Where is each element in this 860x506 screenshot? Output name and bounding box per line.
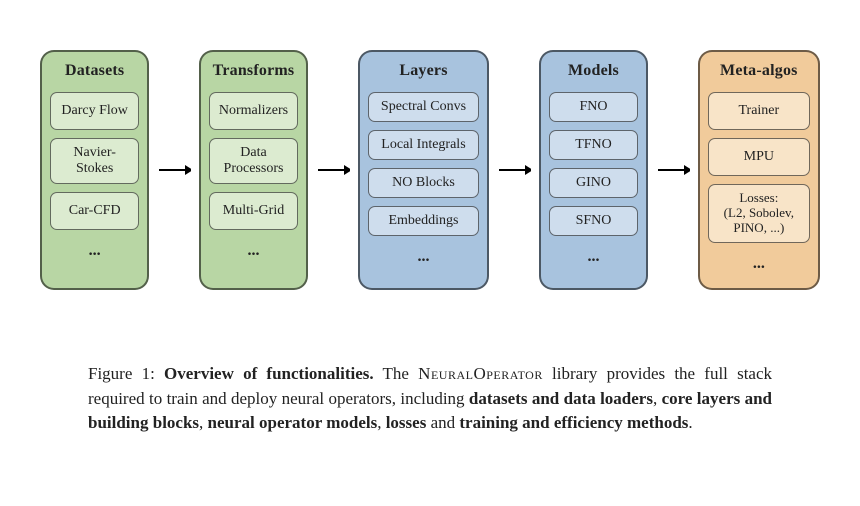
layer-item: Spectral Convs <box>368 92 480 122</box>
transform-item: Data Processors <box>209 138 298 184</box>
arrow-icon <box>497 159 531 181</box>
layer-item: Local Integrals <box>368 130 480 160</box>
caption-text: , <box>199 413 208 432</box>
arrow-icon <box>656 159 690 181</box>
arrow-icon <box>316 159 350 181</box>
model-item: FNO <box>549 92 638 122</box>
meta-item-losses: Losses: (L2, Sobolev, PINO, ...) <box>708 184 810 243</box>
column-title: Models <box>568 62 619 80</box>
arrow-icon <box>157 159 191 181</box>
dataset-item: Navier-Stokes <box>50 138 139 184</box>
caption-text: The <box>374 364 419 383</box>
caption-text: and <box>426 413 459 432</box>
caption-bold: training and efficiency methods <box>459 413 688 432</box>
model-item: GINO <box>549 168 638 198</box>
layer-item: Embeddings <box>368 206 480 236</box>
dataset-item: Darcy Flow <box>50 92 139 130</box>
caption-text: . <box>688 413 692 432</box>
column-datasets: Datasets Darcy Flow Navier-Stokes Car-CF… <box>40 50 149 290</box>
layer-item: NO Blocks <box>368 168 480 198</box>
caption-title: Overview of functionalities. <box>164 364 374 383</box>
caption-bold: neural operator models <box>208 413 378 432</box>
library-name: NeuralOperator <box>418 364 543 383</box>
figure-label: Figure 1: <box>88 364 155 383</box>
more-indicator: ... <box>587 248 599 266</box>
caption-text: , <box>653 389 662 408</box>
dataset-item: Car-CFD <box>50 192 139 230</box>
architecture-diagram: Datasets Darcy Flow Navier-Stokes Car-CF… <box>40 30 820 310</box>
caption-bold: losses <box>386 413 427 432</box>
more-indicator: ... <box>89 242 101 260</box>
transform-item: Multi-Grid <box>209 192 298 230</box>
figure-page: Datasets Darcy Flow Navier-Stokes Car-CF… <box>0 0 860 506</box>
column-title: Meta-algos <box>720 62 798 80</box>
model-item: SFNO <box>549 206 638 236</box>
column-meta-algos: Meta-algos Trainer MPU Losses: (L2, Sobo… <box>698 50 820 290</box>
figure-caption: Figure 1: Overview of functionalities. T… <box>88 362 772 436</box>
meta-item: Trainer <box>708 92 810 130</box>
caption-text: , <box>377 413 386 432</box>
column-transforms: Transforms Normalizers Data Processors M… <box>199 50 308 290</box>
column-models: Models FNO TFNO GINO SFNO ... <box>539 50 648 290</box>
column-title: Transforms <box>213 62 295 80</box>
transform-item: Normalizers <box>209 92 298 130</box>
column-layers: Layers Spectral Convs Local Integrals NO… <box>358 50 490 290</box>
column-title: Layers <box>399 62 447 80</box>
more-indicator: ... <box>247 242 259 260</box>
model-item: TFNO <box>549 130 638 160</box>
more-indicator: ... <box>753 255 765 273</box>
more-indicator: ... <box>417 248 429 266</box>
meta-item: MPU <box>708 138 810 176</box>
column-title: Datasets <box>65 62 124 80</box>
caption-bold: datasets and data loaders <box>469 389 653 408</box>
